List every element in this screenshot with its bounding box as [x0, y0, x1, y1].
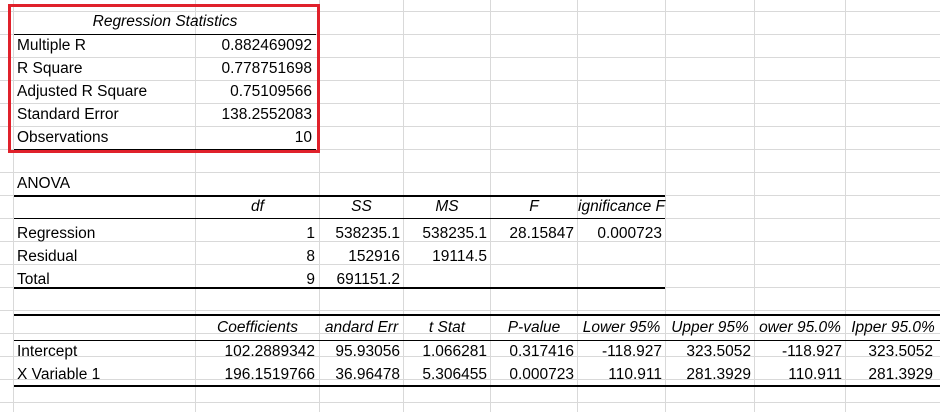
anova-row-label[interactable]: Regression: [17, 223, 192, 245]
coef-header-t-stat[interactable]: t Stat: [404, 317, 490, 339]
coef-cell[interactable]: -118.927: [578, 341, 662, 363]
coef-cell[interactable]: 0.000723: [491, 364, 574, 386]
coef-row-label[interactable]: X Variable 1: [17, 364, 192, 386]
coef-cell[interactable]: 323.5052: [846, 341, 933, 363]
gridline: [0, 310, 940, 311]
anova-cell[interactable]: 1: [196, 223, 315, 245]
coef-header-lower-95-0[interactable]: ower 95.0%: [755, 317, 845, 339]
anova-header-f[interactable]: F: [491, 196, 577, 218]
highlight-box: [8, 4, 320, 153]
coef-cell[interactable]: 36.96478: [320, 364, 400, 386]
coef-cell[interactable]: -118.927: [755, 341, 842, 363]
coef-row-label[interactable]: Intercept: [17, 341, 192, 363]
coef-header-upper-95-0[interactable]: Ipper 95.0%: [846, 317, 940, 339]
anova-cell[interactable]: 28.15847: [491, 223, 574, 245]
coef-cell[interactable]: 110.911: [578, 364, 662, 386]
coef-cell[interactable]: 0.317416: [491, 341, 574, 363]
coef-header-standard-error[interactable]: andard Err: [320, 317, 403, 339]
anova-cell[interactable]: 0.000723: [578, 223, 662, 245]
anova-header-significance-f[interactable]: ignificance F: [578, 196, 688, 218]
anova-cell[interactable]: 19114.5: [404, 246, 487, 268]
anova-row-label[interactable]: Total: [17, 269, 192, 291]
coef-cell[interactable]: 323.5052: [666, 341, 751, 363]
table-border: [14, 218, 665, 219]
coef-cell[interactable]: 281.3929: [666, 364, 751, 386]
coef-cell[interactable]: 110.911: [755, 364, 842, 386]
anova-cell[interactable]: 538235.1: [404, 223, 487, 245]
anova-cell[interactable]: 9: [196, 269, 315, 291]
coef-cell[interactable]: 5.306455: [404, 364, 487, 386]
anova-header-df[interactable]: df: [196, 196, 319, 218]
anova-cell[interactable]: 152916: [320, 246, 400, 268]
coef-cell[interactable]: 1.066281: [404, 341, 487, 363]
coef-header-p-value[interactable]: P-value: [491, 317, 577, 339]
anova-header-ms[interactable]: MS: [404, 196, 490, 218]
anova-cell[interactable]: 691151.2: [320, 269, 401, 291]
table-border: [14, 314, 940, 316]
coef-cell[interactable]: 95.93056: [320, 341, 400, 363]
anova-cell[interactable]: 8: [196, 246, 315, 268]
anova-row-label[interactable]: Residual: [17, 246, 192, 268]
anova-cell[interactable]: 538235.1: [320, 223, 400, 245]
gridline: [0, 402, 940, 403]
coef-cell[interactable]: 196.1519766: [196, 364, 315, 386]
anova-title[interactable]: ANOVA: [17, 173, 192, 195]
coef-cell[interactable]: 281.3929: [846, 364, 933, 386]
coef-cell[interactable]: 102.2889342: [196, 341, 315, 363]
anova-header-ss[interactable]: SS: [320, 196, 403, 218]
coef-header-lower-95[interactable]: Lower 95%: [578, 317, 665, 339]
coef-header-upper-95[interactable]: Upper 95%: [666, 317, 754, 339]
coef-header-coefficients[interactable]: Coefficients: [196, 317, 319, 339]
spreadsheet-grid[interactable]: Regression Statistics Multiple R 0.88246…: [0, 0, 940, 412]
